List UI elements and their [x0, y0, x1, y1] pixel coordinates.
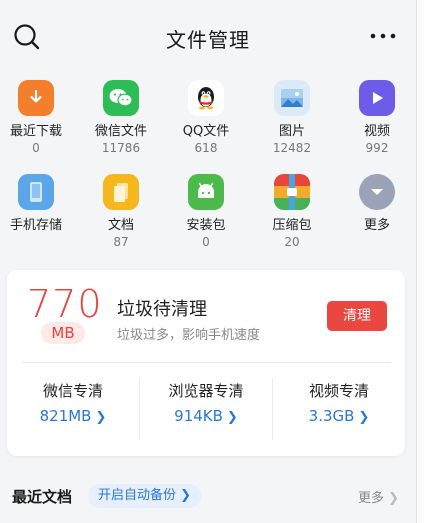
android-icon [188, 174, 224, 210]
category-label: 压缩包 [272, 218, 312, 233]
category-label: 更多 [363, 218, 390, 233]
more-horizontal-icon[interactable] [368, 28, 398, 44]
category-images[interactable]: 图片 12482 [249, 80, 335, 155]
category-qq-files[interactable]: QQ文件 618 [163, 80, 249, 155]
phone-storage-icon [18, 174, 54, 210]
junk-title: 垃圾待清理 [117, 299, 207, 320]
category-label: 图片 [278, 124, 305, 139]
category-more[interactable]: 更多 [334, 174, 420, 235]
wechat-icon [103, 80, 139, 116]
document-icon [103, 174, 139, 210]
auto-backup-button[interactable]: 开启自动备份 ❯ [88, 484, 202, 508]
category-label: 最近下载 [9, 124, 62, 139]
quick-clean-label: 浏览器专清 [168, 382, 244, 400]
junk-clean-card: 770 MB 垃圾待清理 垃圾过多，影响手机速度 清理 微信专清 821MB ❯ … [7, 270, 405, 456]
page-title: 文件管理 [166, 28, 250, 52]
category-count: 992 [365, 141, 389, 155]
top-bar: 文件管理 [0, 0, 416, 72]
recent-more-label: 更多 [358, 491, 385, 506]
chevron-right-icon: ❯ [95, 410, 107, 425]
category-label: 视频 [363, 124, 390, 139]
card-divider [21, 362, 391, 363]
category-count: 0 [32, 141, 40, 155]
category-wechat-files[interactable]: 微信文件 11786 [78, 80, 164, 155]
category-archives[interactable]: 压缩包 20 [249, 174, 335, 249]
category-documents[interactable]: 文档 87 [78, 174, 164, 249]
play-icon [359, 80, 395, 116]
category-install-packages[interactable]: 安装包 0 [163, 174, 249, 249]
browser-clean-item[interactable]: 浏览器专清 914KB ❯ [140, 380, 272, 425]
category-count: 12482 [272, 141, 312, 155]
chevron-right-icon: ❯ [358, 410, 370, 425]
junk-amount: 770 [27, 282, 103, 326]
image-icon [274, 80, 310, 116]
wechat-clean-item[interactable]: 微信专清 821MB ❯ [7, 380, 139, 425]
zip-archive-icon [274, 174, 310, 210]
category-count: 618 [194, 141, 218, 155]
chevron-right-icon: ❯ [388, 491, 400, 506]
quick-clean-size: 914KB [174, 407, 223, 425]
category-label: QQ文件 [182, 124, 230, 139]
adjacent-panel-edge [416, 0, 424, 523]
category-label: 安装包 [186, 218, 226, 233]
quick-clean-size: 821MB [39, 407, 92, 425]
junk-unit-badge: MB [41, 322, 85, 344]
category-videos[interactable]: 视频 992 [334, 80, 420, 155]
recent-docs-title: 最近文档 [12, 488, 73, 506]
recent-more-link[interactable]: 更多 ❯ [358, 487, 399, 506]
category-count: 11786 [101, 141, 141, 155]
chevron-right-icon: ❯ [180, 488, 192, 503]
category-label: 微信文件 [94, 124, 147, 139]
quick-clean-label: 微信专清 [42, 382, 103, 400]
category-count: 0 [202, 235, 210, 249]
category-count: 87 [113, 235, 129, 249]
auto-backup-label: 开启自动备份 [98, 488, 177, 503]
download-icon [18, 80, 54, 116]
category-label: 文档 [107, 218, 134, 233]
category-phone-storage[interactable]: 手机存储 [0, 174, 79, 235]
chevron-right-icon: ❯ [226, 410, 238, 425]
chevron-down-icon [359, 174, 395, 210]
quick-clean-label: 视频专清 [308, 382, 369, 400]
qq-penguin-icon [188, 80, 224, 116]
junk-subtitle: 垃圾过多，影响手机速度 [117, 328, 261, 343]
clean-button[interactable]: 清理 [327, 301, 387, 331]
category-recent-downloads[interactable]: 最近下载 0 [0, 80, 79, 155]
video-clean-item[interactable]: 视频专清 3.3GB ❯ [273, 380, 405, 425]
category-count: 20 [284, 235, 300, 249]
quick-clean-size: 3.3GB [308, 407, 355, 425]
category-label: 手机存储 [9, 218, 62, 233]
